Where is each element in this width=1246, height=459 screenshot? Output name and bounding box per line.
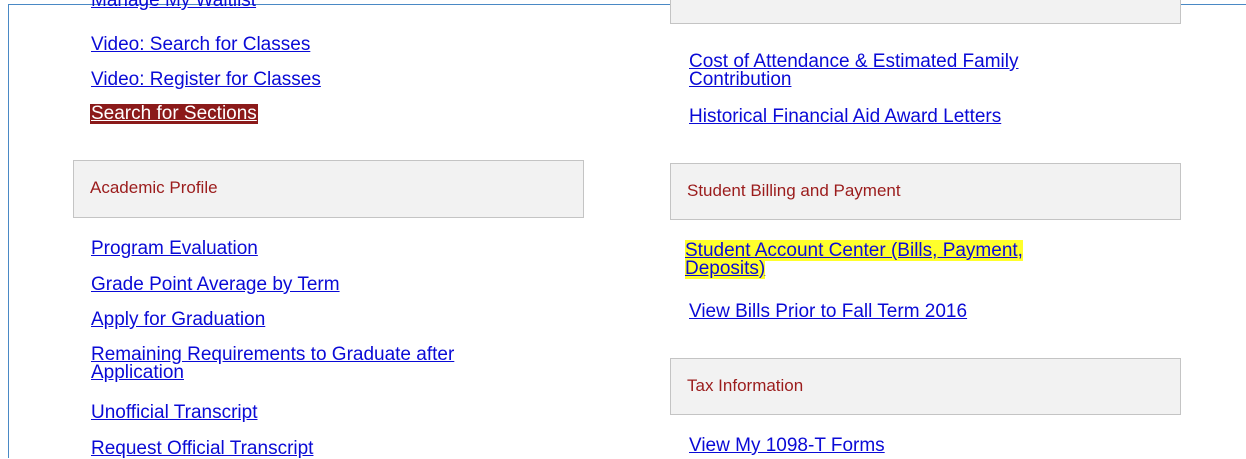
- link-student-account-center[interactable]: Student Account Center (Bills, Payment, …: [685, 240, 1095, 279]
- link-video-register-classes[interactable]: Video: Register for Classes: [91, 70, 321, 89]
- financial-aid-panel-bottom: [670, 0, 1181, 24]
- link-apply-for-graduation[interactable]: Apply for Graduation: [91, 310, 265, 329]
- link-view-1098t-forms[interactable]: View My 1098-T Forms: [689, 436, 885, 455]
- student-billing-title: Student Billing and Payment: [687, 181, 901, 200]
- link-manage-my-waitlist[interactable]: Manage My Waitlist: [91, 0, 321, 10]
- link-request-official-transcript[interactable]: Request Official Transcript: [91, 439, 313, 458]
- tax-information-title: Tax Information: [687, 376, 804, 395]
- frame-left-border: [8, 4, 9, 458]
- link-program-evaluation[interactable]: Program Evaluation: [91, 239, 258, 258]
- link-video-search-classes[interactable]: Video: Search for Classes: [91, 35, 310, 54]
- link-remaining-requirements[interactable]: Remaining Requirements to Graduate after…: [91, 345, 531, 382]
- student-account-center-label: Student Account Center (Bills, Payment, …: [685, 240, 1023, 279]
- link-search-for-sections[interactable]: Search for Sections: [90, 104, 258, 124]
- tax-information-panel: Tax Information: [670, 358, 1181, 415]
- student-billing-panel: Student Billing and Payment: [670, 163, 1181, 220]
- academic-profile-title: Academic Profile: [90, 178, 218, 197]
- link-gpa-by-term[interactable]: Grade Point Average by Term: [91, 275, 340, 294]
- academic-profile-panel: Academic Profile: [73, 160, 584, 218]
- link-manage-my-waitlist-label: Manage My Waitlist: [91, 0, 321, 10]
- link-historical-aid-letters[interactable]: Historical Financial Aid Award Letters: [689, 107, 1001, 126]
- link-unofficial-transcript[interactable]: Unofficial Transcript: [91, 403, 258, 422]
- link-view-bills-prior-2016[interactable]: View Bills Prior to Fall Term 2016: [689, 302, 967, 321]
- link-cost-of-attendance[interactable]: Cost of Attendance & Estimated Family Co…: [689, 52, 1109, 89]
